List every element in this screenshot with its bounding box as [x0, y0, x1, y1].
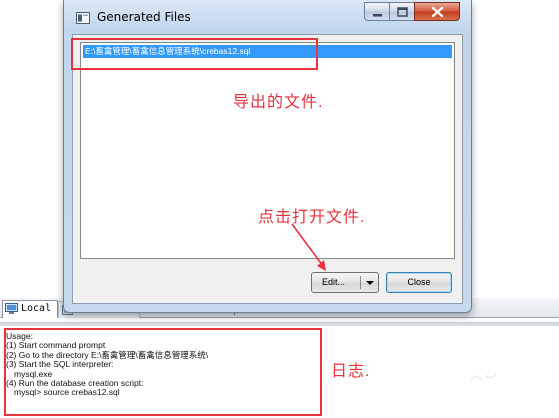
watermark-logo-icon [470, 373, 497, 381]
window-app-icon [76, 12, 90, 24]
minimize-icon [373, 14, 382, 17]
close-button[interactable]: Close [386, 272, 452, 293]
dialog-title-bar[interactable]: Generated Files [64, 0, 471, 34]
close-x-icon [431, 6, 444, 18]
edit-button-label: Edit... [322, 277, 346, 287]
dropdown-arrow-icon[interactable] [365, 280, 375, 286]
caption-buttons [364, 2, 464, 22]
close-button-label: Close [407, 277, 431, 287]
edit-button[interactable]: Edit... [311, 272, 379, 293]
dialog-title: Generated Files [97, 10, 191, 24]
tab-local[interactable]: Local [2, 300, 58, 318]
maximize-icon [397, 7, 408, 17]
tab-local-label: Local [21, 303, 52, 314]
minimize-button[interactable] [364, 2, 390, 21]
close-window-button[interactable] [414, 2, 460, 21]
dialog-client-area: E:\畜禽管理\畜禽信息管理系统\crebas12.sql [72, 34, 463, 304]
annotation-arrow-icon [291, 223, 326, 271]
local-connection-icon [5, 303, 18, 314]
maximize-button[interactable] [389, 2, 415, 21]
annotation-log: 日志. [331, 363, 371, 380]
file-highlight-box [71, 38, 318, 70]
log-highlight-box [4, 328, 322, 416]
annotation-exported-file: 导出的文件. [233, 94, 324, 111]
split-divider [360, 276, 361, 289]
